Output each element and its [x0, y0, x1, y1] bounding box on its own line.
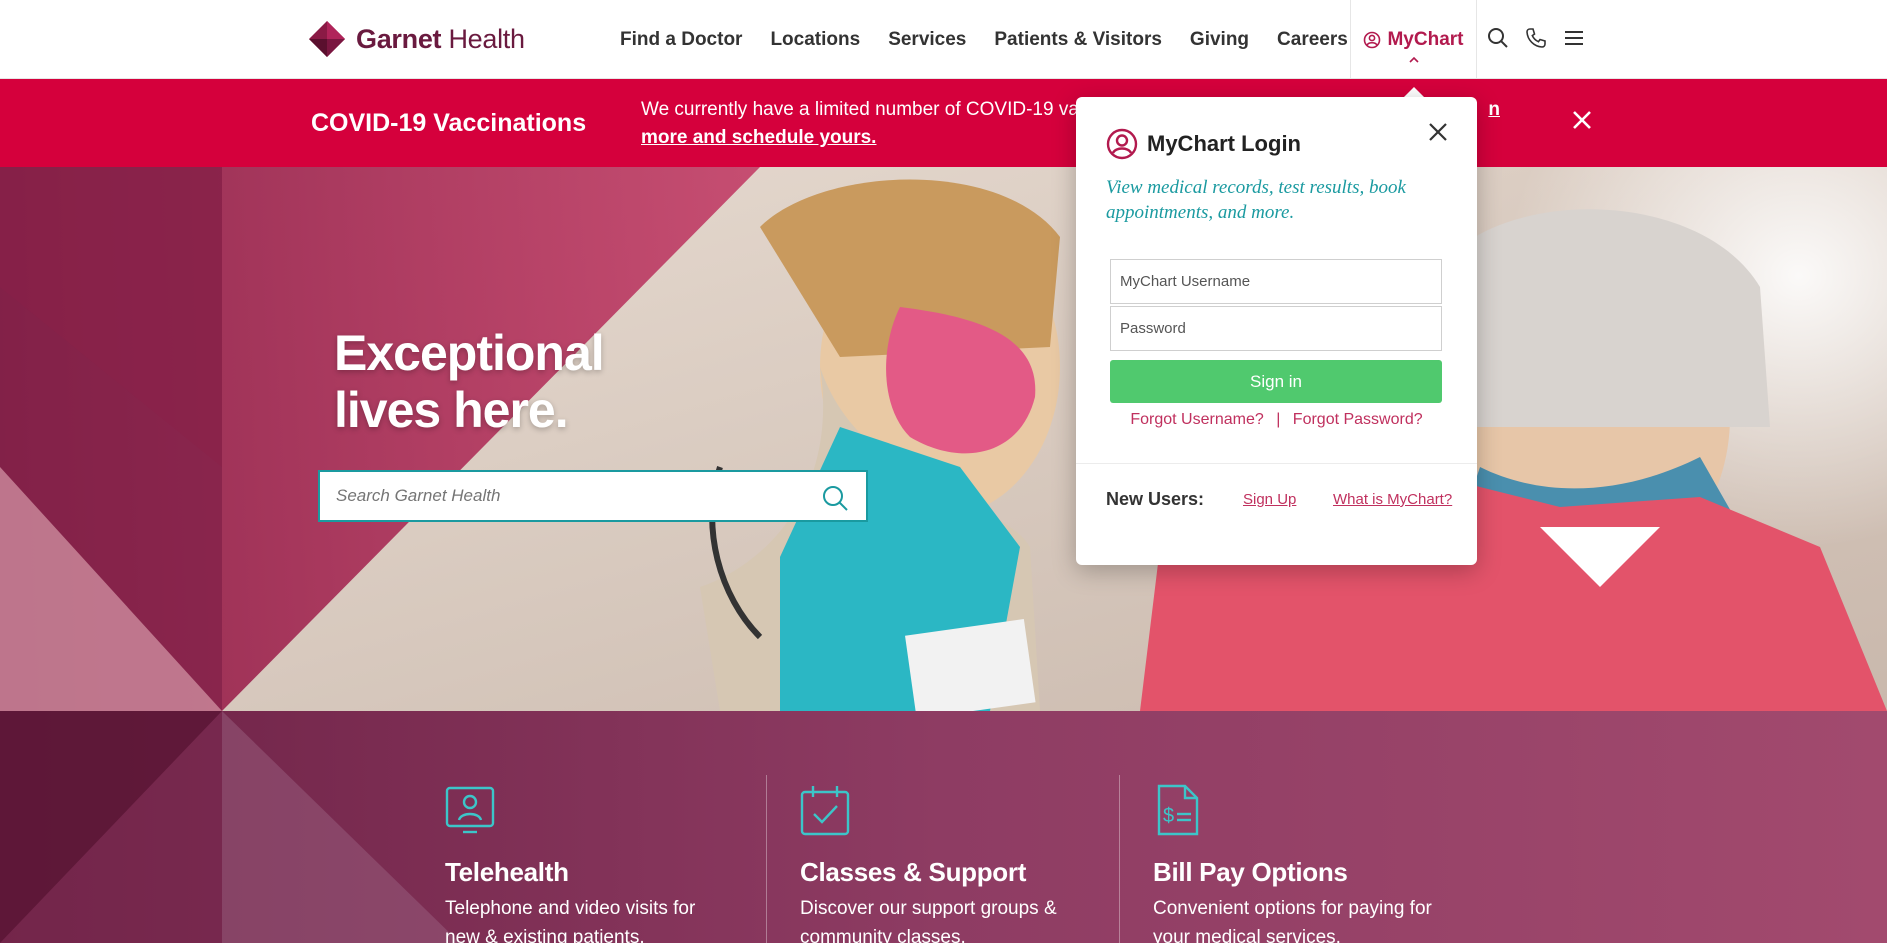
username-field[interactable] [1110, 259, 1442, 304]
site-header: Garnet Health Find a Doctor Locations Se… [0, 0, 1887, 79]
main-nav: Find a Doctor Locations Services Patient… [620, 0, 1376, 79]
logo[interactable]: Garnet Health [308, 20, 525, 58]
sign-in-button[interactable]: Sign in [1110, 360, 1442, 403]
calendar-check-icon [800, 786, 850, 836]
hero-title-line2: lives here. [334, 382, 569, 438]
card-telehealth[interactable]: Telehealth Telephone and video visits fo… [445, 784, 745, 943]
nav-find-a-doctor[interactable]: Find a Doctor [620, 29, 742, 51]
nav-giving[interactable]: Giving [1190, 29, 1249, 51]
popup-subtitle: View medical records, test results, book… [1106, 177, 1406, 223]
password-field[interactable] [1110, 306, 1442, 351]
card-description: Discover our support groups & community … [800, 898, 1057, 943]
hero-search-input[interactable] [320, 472, 790, 520]
hero-section: Exceptional lives here. [0, 167, 1887, 711]
mychart-login-popup: MyChart Login View medical records, test… [1076, 97, 1477, 565]
alert-message: We currently have a limited number of CO… [641, 99, 1089, 120]
popup-divider [1076, 463, 1477, 464]
close-icon[interactable] [1570, 108, 1594, 132]
sign-up-link[interactable]: Sign Up [1243, 491, 1296, 508]
svg-text:$: $ [1163, 805, 1174, 827]
user-circle-icon [1106, 128, 1138, 160]
new-users-label: New Users: [1106, 489, 1205, 509]
nav-locations[interactable]: Locations [770, 29, 860, 51]
nav-services[interactable]: Services [888, 29, 966, 51]
mychart-nav-button[interactable]: MyChart [1350, 0, 1477, 79]
covid-alert-bar: COVID-19 Vaccinations We currently have … [0, 79, 1887, 167]
chevron-up-icon [1409, 56, 1419, 63]
card-divider [766, 775, 767, 943]
nav-patients-visitors[interactable]: Patients & Visitors [994, 29, 1162, 51]
mychart-nav-label: MyChart [1387, 28, 1464, 50]
bill-icon: $ [1157, 784, 1199, 836]
forgot-username-link[interactable]: Forgot Username? [1130, 411, 1263, 428]
card-classes-support[interactable]: Classes & Support Discover our support g… [800, 784, 1100, 943]
hero-photo [0, 167, 1887, 711]
hero-title-line1: Exceptional [334, 325, 605, 381]
card-description: Telephone and video visits for new & exi… [445, 898, 696, 943]
forgot-separator: | [1276, 411, 1281, 428]
search-icon[interactable] [1486, 26, 1510, 50]
hero-search-box [318, 470, 868, 522]
phone-icon[interactable] [1524, 26, 1548, 50]
header-icons [1486, 26, 1586, 50]
popup-header: MyChart Login [1106, 128, 1301, 160]
card-title: Classes & Support [800, 857, 1027, 887]
menu-icon[interactable] [1562, 26, 1586, 50]
close-icon[interactable] [1426, 120, 1450, 144]
logo-name-light: Health [448, 23, 525, 54]
telehealth-icon [445, 786, 495, 834]
card-description: Convenient options for paying for your m… [1153, 898, 1432, 943]
quick-links-section: Telehealth Telephone and video visits fo… [0, 711, 1887, 943]
card-divider [1119, 775, 1120, 943]
alert-link-tail[interactable]: n [1488, 99, 1500, 120]
logo-name-bold: Garnet [356, 23, 442, 54]
nav-careers[interactable]: Careers [1277, 29, 1348, 51]
logo-text: Garnet Health [356, 24, 525, 55]
alert-title: COVID-19 Vaccinations [311, 109, 587, 137]
hero-title: Exceptional lives here. [334, 325, 605, 439]
card-title: Telehealth [445, 857, 569, 887]
forgot-links: Forgot Username? | Forgot Password? [1076, 411, 1477, 429]
card-title: Bill Pay Options [1153, 857, 1348, 887]
card-bill-pay[interactable]: $ Bill Pay Options Convenient options fo… [1153, 784, 1453, 943]
user-circle-icon [1364, 31, 1381, 48]
search-icon[interactable] [820, 483, 850, 513]
alert-link[interactable]: more and schedule yours. [641, 127, 876, 148]
popup-title: MyChart Login [1147, 131, 1301, 156]
what-is-mychart-link[interactable]: What is MyChart? [1333, 491, 1452, 508]
forgot-password-link[interactable]: Forgot Password? [1293, 411, 1423, 428]
garnet-diamond-icon [309, 21, 345, 57]
